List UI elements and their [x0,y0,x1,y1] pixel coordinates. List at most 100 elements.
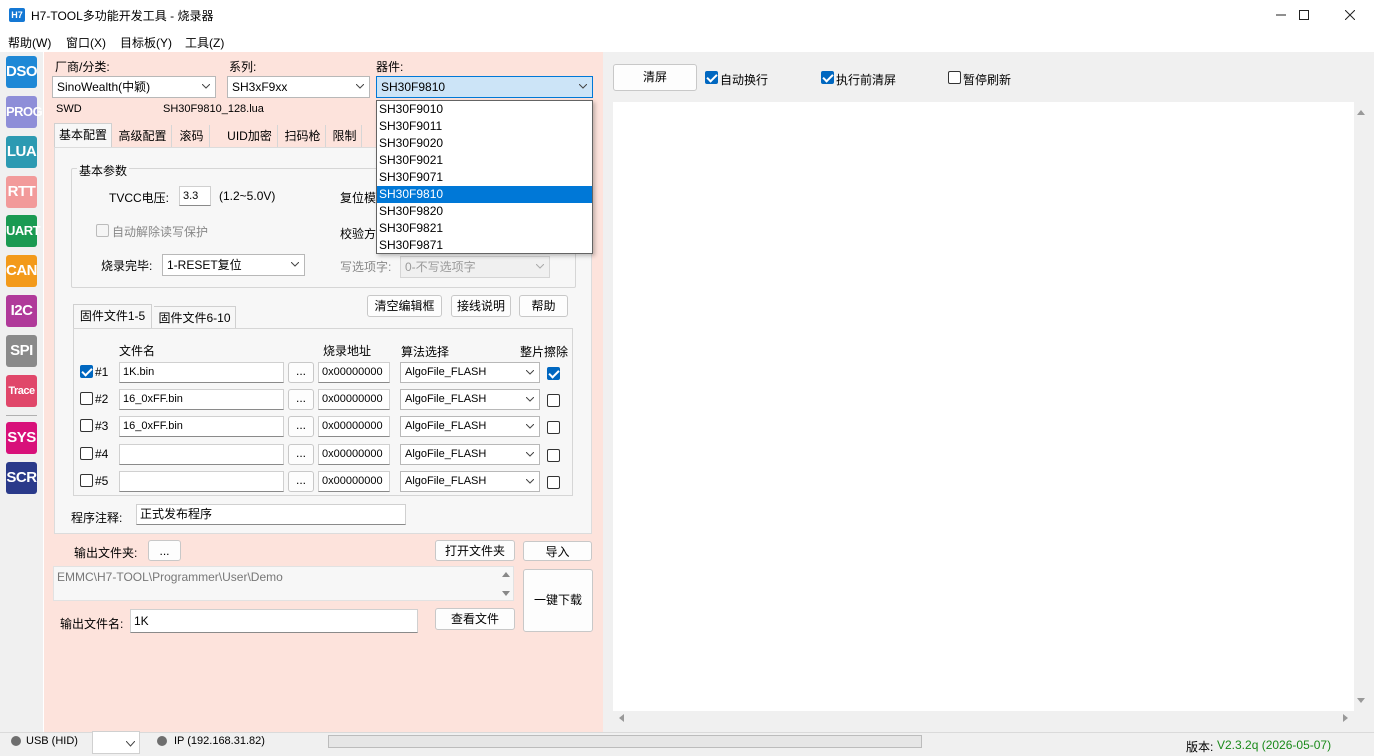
device-option[interactable]: SH30F9010 [377,101,592,118]
header-full-erase: 整片擦除 [520,345,569,359]
tool-spi-button[interactable]: SPI [6,335,37,367]
output-path-box[interactable]: EMMC\H7-TOOL\Programmer\User\Demo [53,566,514,601]
series-select[interactable]: SH3xF9xx [227,76,370,98]
menu-target-board[interactable]: 目标板(Y) [120,34,172,51]
output-path-scrollbar[interactable] [499,569,513,599]
clear-screen-button[interactable]: 清屏 [613,64,697,91]
tool-i2c-button[interactable]: I2C [6,295,37,327]
import-button[interactable]: 导入 [523,541,592,561]
file-browse-button[interactable]: ... [288,471,314,492]
file-name-input[interactable]: 16_0xFF.bin [119,416,284,437]
device-option[interactable]: SH30F9021 [377,152,592,169]
device-option[interactable]: SH30F9810 [377,186,592,203]
vendor-select[interactable]: SinoWealth(中颖) [52,76,216,98]
algorithm-select-value: AlgoFile_FLASH [405,475,487,487]
log-horizontal-scrollbar[interactable] [613,711,1354,725]
device-option[interactable]: SH30F9071 [377,169,592,186]
algorithm-select[interactable]: AlgoFile_FLASH [400,471,540,492]
tab-limits[interactable]: 限制 [328,125,362,147]
burn-address-input[interactable]: 0x00000000 [318,389,390,410]
tool-dso-button[interactable]: DSO [6,56,38,88]
output-folder-browse-button[interactable]: ... [148,540,181,561]
file-enable-checkbox[interactable] [80,474,93,487]
file-name-input[interactable] [119,444,284,465]
one-click-download-button[interactable]: 一键下载 [523,569,593,632]
tool-scr-button[interactable]: SCR [6,462,37,494]
file-browse-button[interactable]: ... [288,444,314,465]
burn-address-input[interactable]: 0x00000000 [318,471,390,492]
wiring-guide-button[interactable]: 接线说明 [451,295,511,317]
tvcc-range: (1.2~5.0V) [219,189,276,203]
device-option[interactable]: SH30F9011 [377,118,592,135]
file-browse-button[interactable]: ... [288,362,314,383]
algorithm-select[interactable]: AlgoFile_FLASH [400,416,540,437]
menu-window[interactable]: 窗口(X) [66,34,106,51]
tool-rtt-button[interactable]: RTT [6,176,37,208]
file-enable-checkbox[interactable] [80,365,93,378]
full-erase-checkbox[interactable] [547,449,560,462]
auto-wrap-checkbox[interactable] [705,71,718,84]
device-dropdown-list[interactable]: SH30F9010 SH30F9011 SH30F9020 SH30F9021 SH30… [376,100,593,254]
tool-lua-button[interactable]: LUA [6,136,37,168]
full-erase-checkbox[interactable] [547,367,560,380]
menu-help[interactable]: 帮助(W) [8,34,51,51]
tab-basic-config[interactable]: 基本配置 [54,123,112,147]
vendor-select-value: SinoWealth(中颖) [57,80,151,94]
title-bar: H7 H7-TOOL多功能开发工具 - 烧录器 [0,0,1374,30]
algorithm-select[interactable]: AlgoFile_FLASH [400,389,540,410]
file-name-input[interactable] [119,471,284,492]
file-browse-button[interactable]: ... [288,389,314,410]
full-erase-checkbox[interactable] [547,421,560,434]
file-browse-button[interactable]: ... [288,416,314,437]
tool-trace-button[interactable]: Trace [6,375,37,407]
auto-unprotect-checkbox[interactable] [96,224,109,237]
lua-file-text: SH30F9810_128.lua [163,103,264,115]
option-bytes-select[interactable]: 0-不写选项字 [400,256,550,278]
tvcc-input[interactable]: 3.3 [179,186,211,206]
file-enable-checkbox[interactable] [80,419,93,432]
comment-input[interactable]: 正式发布程序 [136,504,406,525]
device-select[interactable]: SH30F9810 [376,76,593,98]
file-enable-checkbox[interactable] [80,392,93,405]
tab-firmware-6-10[interactable]: 固件文件6-10 [154,306,236,328]
full-erase-checkbox[interactable] [547,476,560,489]
tool-prog-button[interactable]: PROG [6,96,43,128]
file-name-input[interactable]: 1K.bin [119,362,284,383]
device-option[interactable]: SH30F9020 [377,135,592,152]
view-file-button[interactable]: 查看文件 [435,608,515,630]
close-button[interactable] [1327,0,1373,30]
device-option[interactable]: SH30F9871 [377,237,592,254]
file-name-input[interactable]: 16_0xFF.bin [119,389,284,410]
device-option[interactable]: SH30F9820 [377,203,592,220]
pause-refresh-checkbox[interactable] [948,71,961,84]
log-output-area[interactable] [613,102,1354,711]
output-filename-input[interactable]: 1K [130,609,418,633]
burn-address-input[interactable]: 0x00000000 [318,362,390,383]
tool-uart-button[interactable]: UART [6,215,41,247]
chevron-down-icon [526,397,534,402]
full-erase-checkbox[interactable] [547,394,560,407]
maximize-button[interactable] [1281,0,1327,30]
tool-sys-button[interactable]: SYS [6,422,37,454]
algorithm-select[interactable]: AlgoFile_FLASH [400,444,540,465]
tab-advanced-config[interactable]: 高级配置 [114,125,172,147]
tab-scanner[interactable]: 扫码枪 [280,125,326,147]
device-option[interactable]: SH30F9821 [377,220,592,237]
tab-rolling-code[interactable]: 滚码 [174,125,210,147]
help-button[interactable]: 帮助 [519,295,568,317]
menu-tools[interactable]: 工具(Z) [185,34,224,51]
clear-edit-button[interactable]: 清空编辑框 [367,295,442,317]
log-vertical-scrollbar[interactable] [1354,102,1368,711]
burn-address-input[interactable]: 0x00000000 [318,416,390,437]
port-select[interactable] [92,731,140,754]
clear-before-run-checkbox[interactable] [821,71,834,84]
tab-firmware-1-5[interactable]: 固件文件1-5 [73,304,152,329]
tab-uid-encrypt[interactable]: UID加密 [222,125,278,147]
after-burn-select[interactable]: 1-RESET复位 [162,254,305,276]
tool-can-button[interactable]: CAN [6,255,38,287]
file-enable-checkbox[interactable] [80,447,93,460]
usb-status-text: USB (HID) [26,735,78,747]
open-folder-button[interactable]: 打开文件夹 [435,540,515,561]
burn-address-input[interactable]: 0x00000000 [318,444,390,465]
algorithm-select[interactable]: AlgoFile_FLASH [400,362,540,383]
